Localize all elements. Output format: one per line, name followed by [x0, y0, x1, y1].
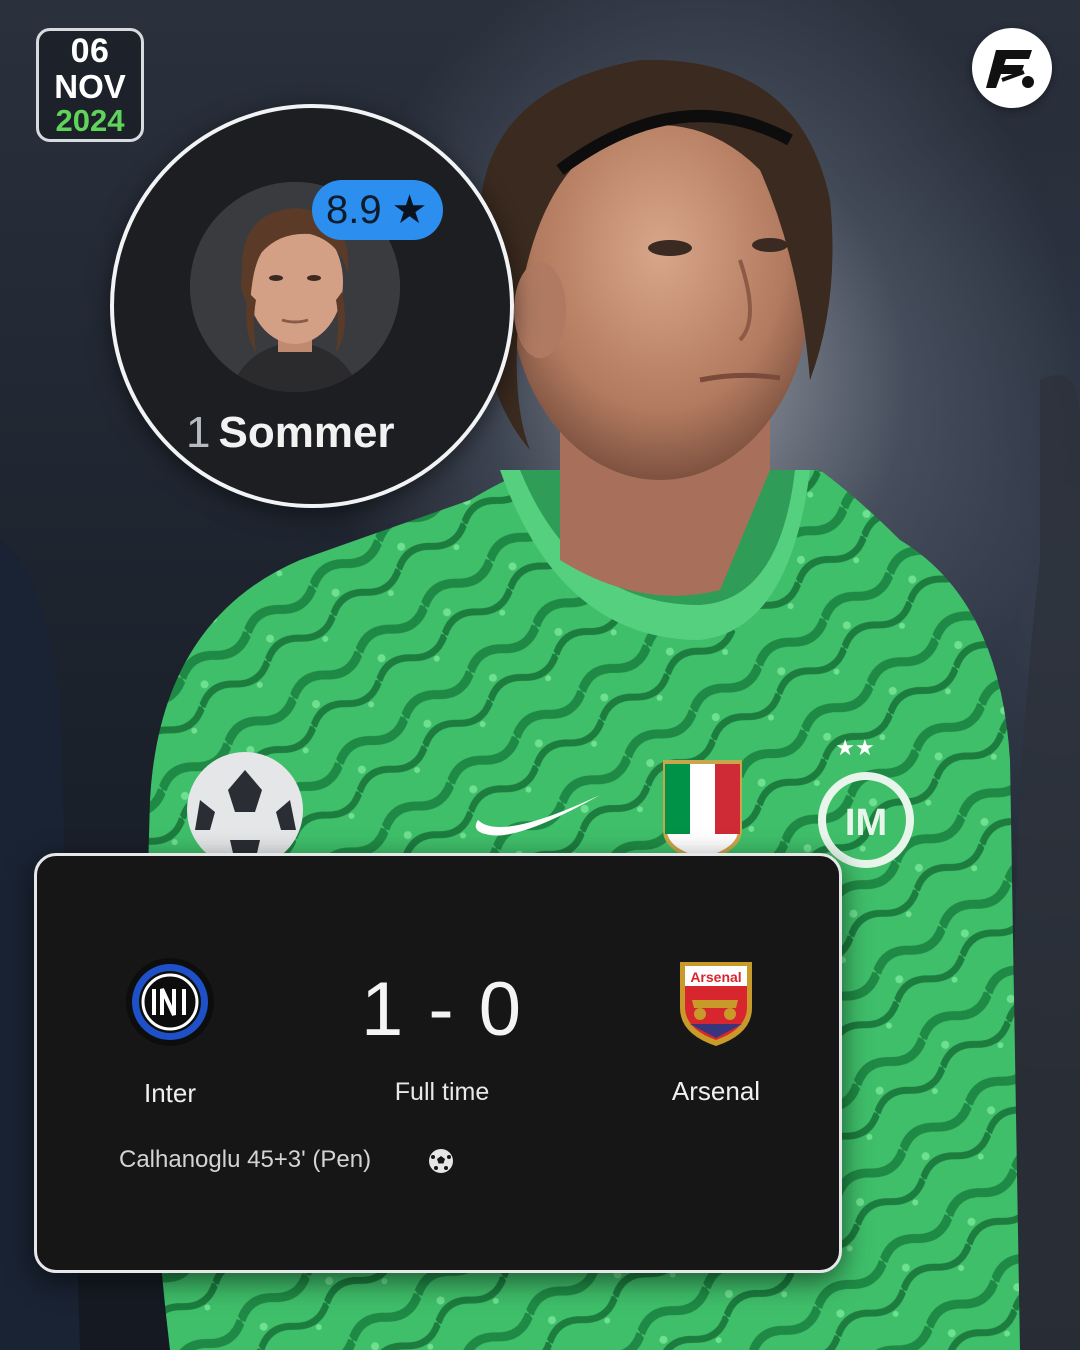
brand-logo-icon: [972, 28, 1052, 108]
away-team: Arsenal Arsenal: [653, 956, 779, 1107]
player-name: Sommer: [218, 408, 395, 457]
match-score: 1 - 0: [360, 967, 524, 1052]
arsenal-crest-text: Arsenal: [690, 969, 741, 985]
arsenal-crest-icon: Arsenal: [680, 962, 752, 1046]
player-label: 1 Sommer: [186, 408, 395, 458]
svg-text:★★: ★★: [835, 735, 874, 760]
soccer-ball-icon: [429, 1149, 453, 1173]
player-rating-card: 8.9 ★ 1 Sommer: [110, 104, 514, 508]
match-status: Full time: [394, 1078, 490, 1106]
rating-value: 8.9: [326, 187, 382, 232]
post-canvas: IM ★★ 06 NOV 2024 8.9 ★ 1 Sommer Inter 1…: [0, 0, 1080, 1350]
date-month: NOV: [54, 68, 126, 105]
away-team-name: Arsenal: [671, 1076, 761, 1106]
date-badge: 06 NOV 2024: [36, 28, 144, 142]
home-team-name: Inter: [143, 1078, 197, 1108]
match-result-card: Inter 1 - 0 Full time Arsenal Arsenal Ca…: [34, 853, 842, 1273]
player-number: 1: [186, 408, 211, 457]
date-day: 06: [70, 32, 110, 70]
home-team: Inter: [107, 956, 233, 1109]
date-year: 2024: [55, 103, 125, 138]
goal-scorer: Calhanoglu 45+3' (Pen): [119, 1146, 372, 1173]
inter-crest-icon: [126, 958, 214, 1046]
star-icon: ★: [391, 188, 428, 232]
svg-text:IM: IM: [845, 802, 887, 844]
rating-badge: 8.9 ★: [312, 180, 444, 240]
